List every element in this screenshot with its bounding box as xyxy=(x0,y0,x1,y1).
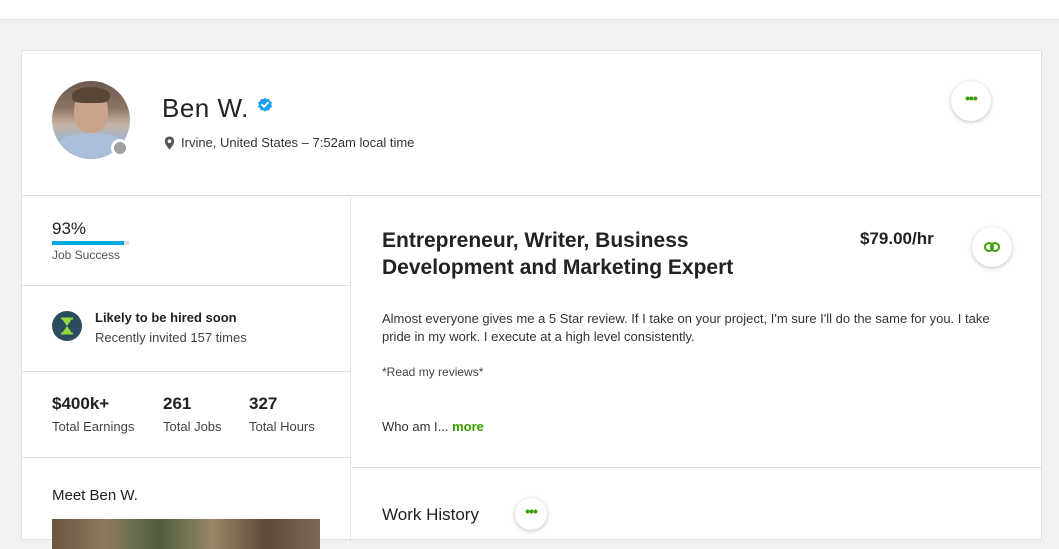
profile-sidebar: 93% Job Success Likely to be hired soon … xyxy=(22,197,351,549)
hourly-rate: $79.00/hr xyxy=(860,229,934,248)
reviews-note: *Read my reviews* xyxy=(382,365,484,379)
profile-title: Entrepreneur, Writer, Business Developme… xyxy=(382,229,734,279)
hire-title: Likely to be hired soon xyxy=(95,310,237,325)
profile-card: Ben W. Irvine, United States – 7:52am lo… xyxy=(21,50,1042,549)
total-jobs: 261 Total Jobs xyxy=(163,394,222,434)
more-link[interactable]: more xyxy=(452,419,484,434)
top-nav-bar xyxy=(0,0,1059,20)
work-history-title: Work History xyxy=(382,505,479,524)
total-jobs-label: Total Jobs xyxy=(163,419,222,434)
who-am-i-text: Who am I... xyxy=(382,419,449,434)
job-success-bar-fill xyxy=(52,241,124,245)
more-options-icon: ••• xyxy=(525,503,538,519)
total-jobs-value: 261 xyxy=(163,394,192,413)
work-history-section: Work History ••• xyxy=(352,467,1041,541)
totals-section: $400k+ Total Earnings 261 Total Jobs 327… xyxy=(22,372,351,458)
more-options-icon: ••• xyxy=(965,90,978,106)
profile-name: Ben W. xyxy=(162,93,249,123)
total-hours-label: Total Hours xyxy=(249,419,315,434)
profile-header: Ben W. Irvine, United States – 7:52am lo… xyxy=(22,51,1041,196)
total-earnings: $400k+ Total Earnings xyxy=(52,394,134,434)
intro-video-thumbnail[interactable] xyxy=(52,519,320,549)
total-earnings-label: Total Earnings xyxy=(52,419,135,434)
profile-description: Almost everyone gives me a 5 Star review… xyxy=(382,311,990,344)
hourglass-icon xyxy=(52,311,82,341)
copy-link-button[interactable] xyxy=(972,227,1012,267)
work-history-more-button[interactable]: ••• xyxy=(515,498,547,530)
profile-main: Entrepreneur, Writer, Business Developme… xyxy=(352,197,1041,541)
job-success-bar xyxy=(52,241,129,245)
job-success-label: Job Success xyxy=(52,248,121,262)
job-success-value: 93% xyxy=(52,219,87,238)
location-pin-icon xyxy=(164,136,175,149)
hire-subtitle: Recently invited 157 times xyxy=(95,330,247,345)
online-status-dot xyxy=(111,139,129,157)
hire-likelihood-section: Likely to be hired soon Recently invited… xyxy=(22,286,351,372)
meet-section: Meet Ben W. xyxy=(22,458,351,549)
total-hours: 327 Total Hours xyxy=(249,394,315,434)
profile-more-options-button[interactable]: ••• xyxy=(951,81,991,121)
link-icon xyxy=(984,242,1000,252)
total-earnings-value: $400k+ xyxy=(52,394,110,413)
who-am-i: Who am I... more xyxy=(382,419,484,434)
location-text: Irvine, United States – 7:52am local tim… xyxy=(181,135,415,150)
total-hours-value: 327 xyxy=(249,394,278,413)
job-success-section: 93% Job Success xyxy=(22,197,351,286)
verified-badge-icon xyxy=(258,97,272,112)
profile-location: Irvine, United States – 7:52am local tim… xyxy=(164,135,414,150)
meet-title: Meet Ben W. xyxy=(52,487,138,504)
